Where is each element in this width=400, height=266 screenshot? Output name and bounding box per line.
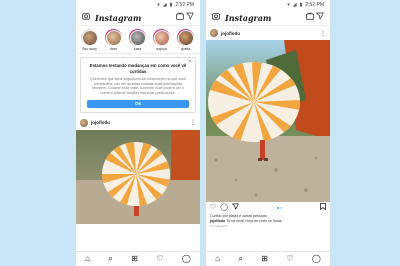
story-item[interactable]: ifran (104, 29, 123, 51)
signal-icon: ◢ (292, 1, 297, 8)
top-bar: Instagram (76, 10, 200, 26)
avatar[interactable] (80, 118, 88, 127)
phone-screen-feed-notice: ▾ ◢ ▮ 2:52 PM Instagram Seu story ifran … (76, 0, 200, 266)
story-name: guelia (180, 47, 191, 51)
igtv-icon[interactable] (175, 12, 185, 23)
post-photo[interactable] (76, 129, 200, 224)
post-caption: jojoflodu Tô na mira! Hora de curtir os … (206, 219, 330, 224)
avatar (81, 29, 98, 46)
post-header: jojoflodu ⋮ (206, 26, 330, 40)
post-username[interactable]: jojoflodu (221, 31, 317, 36)
post-header: jojoflodu ⋮ (76, 116, 200, 130)
status-time: 2:52 PM (305, 2, 324, 8)
heart-icon[interactable]: ♡ (286, 255, 293, 263)
paper-plane-icon[interactable] (315, 12, 325, 23)
ok-button[interactable]: Ok (87, 99, 189, 108)
heart-icon[interactable]: ♡ (156, 255, 163, 263)
bookmark-icon[interactable] (320, 203, 326, 213)
search-icon[interactable]: ⌕ (108, 255, 112, 263)
wifi-icon: ▾ (157, 1, 160, 8)
camera-icon[interactable] (81, 12, 91, 23)
camera-icon[interactable] (211, 12, 221, 23)
close-icon[interactable]: ✕ (188, 59, 192, 65)
more-options-icon[interactable]: ⋮ (320, 30, 326, 37)
battery-icon: ▮ (299, 1, 303, 8)
avatar (177, 29, 194, 46)
battery-icon: ▮ (169, 1, 173, 8)
igtv-icon[interactable] (305, 12, 315, 23)
story-item[interactable]: Seu story (80, 29, 99, 51)
app-logo: Instagram (95, 12, 142, 23)
signal-icon: ◢ (162, 1, 167, 8)
post-actions: ♡ ◯ (206, 202, 330, 214)
notice-title: Estamos testando mudanças em como você v… (89, 63, 187, 74)
avatar (153, 29, 170, 46)
post-time: 2 horas atrás (210, 224, 228, 228)
story-ring (105, 29, 122, 46)
story-ring (153, 29, 170, 46)
more-options-icon[interactable]: ⋮ (190, 119, 196, 126)
story-name: Seu story (82, 47, 97, 51)
status-bar: ▾ ◢ ▮ 2:52 PM (206, 0, 330, 10)
home-icon[interactable]: ⌂ (85, 255, 90, 263)
post-username[interactable]: jojoflodu (91, 120, 187, 125)
paper-plane-icon[interactable] (232, 203, 239, 213)
search-icon[interactable]: ⌕ (238, 255, 242, 263)
caption-text: Tô na mira! Hora de curtir os ferias (226, 218, 282, 223)
heart-icon[interactable]: ♡ (210, 204, 216, 212)
post-photo[interactable] (206, 40, 330, 202)
top-bar: Instagram (206, 10, 330, 26)
status-time: 2:52 PM (175, 2, 194, 8)
story-name: ifran (110, 47, 117, 51)
avatar (129, 29, 146, 46)
stories-tray: Seu story ifran luisa sophia guelia (76, 26, 200, 54)
profile-icon[interactable]: ◯ (182, 255, 191, 263)
story-item[interactable]: sophia (152, 29, 171, 51)
paper-plane-icon[interactable] (185, 12, 195, 23)
story-name: sophia (156, 47, 167, 51)
carousel-dot (280, 207, 283, 209)
story-ring (177, 29, 194, 46)
avatar (105, 29, 122, 46)
status-bar: ▾ ◢ ▮ 2:52 PM (76, 0, 200, 10)
story-item[interactable]: guelia (176, 29, 195, 51)
caption-username[interactable]: jojoflodu (210, 219, 225, 223)
home-icon[interactable]: ⌂ (215, 255, 220, 263)
wifi-icon: ▾ (287, 1, 290, 8)
phone-screen-post: ▾ ◢ ▮ 2:52 PM Instagram jojoflodu ⋮ ♡ ◯ … (206, 0, 330, 266)
add-post-icon[interactable]: ⊞ (261, 255, 268, 263)
add-post-icon[interactable]: ⊞ (131, 255, 138, 263)
notice-body: Queremos que seus seguidores se concentr… (89, 77, 187, 96)
bottom-navigation: ⌂ ⌕ ⊞ ♡ ◯ (206, 251, 330, 266)
story-item[interactable]: luisa (128, 29, 147, 51)
bottom-navigation: ⌂ ⌕ ⊞ ♡ ◯ (76, 251, 200, 266)
story-name: luisa (133, 47, 142, 51)
avatar[interactable] (210, 29, 218, 37)
profile-icon[interactable]: ◯ (312, 255, 321, 263)
likes-test-notice: ✕ Estamos testando mudanças em como você… (80, 57, 196, 113)
story-ring (81, 29, 98, 46)
carousel-dot (276, 207, 279, 209)
carousel-dots (276, 207, 283, 209)
app-logo: Instagram (225, 12, 272, 23)
story-ring (129, 29, 146, 46)
comment-icon[interactable]: ◯ (220, 204, 228, 212)
